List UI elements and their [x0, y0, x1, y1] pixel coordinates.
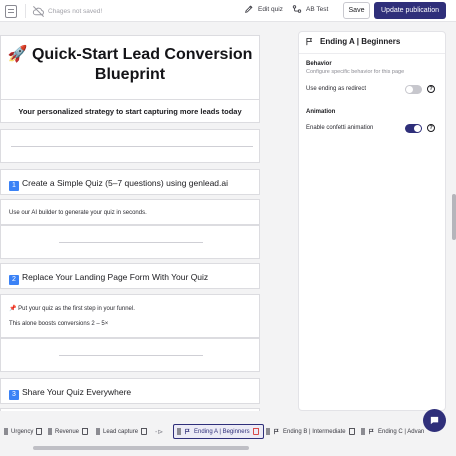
flag-icon [369, 428, 374, 435]
rocket-emoji: 🚀 [7, 46, 28, 63]
trash-icon[interactable] [252, 428, 259, 435]
grip-icon[interactable] [361, 428, 365, 435]
behavior-description: Configure specific behavior for this pag… [306, 69, 405, 75]
settings-panel: Ending A | Beginners Behavior Configure … [298, 31, 446, 411]
page-tabs: Urgency Revenue Lead capture -⊳ Ending A… [0, 420, 456, 444]
divider-block-3[interactable] [0, 338, 260, 372]
step2-text-line1: 📌 Put your quiz as the first step in you… [9, 305, 135, 312]
grip-icon[interactable] [48, 428, 52, 435]
flag-icon [274, 428, 279, 435]
cloud-off-icon [32, 5, 44, 17]
hero-title: 🚀 Quick-Start Lead Conversion Blueprint [1, 36, 259, 85]
tab-lead-capture[interactable]: Lead capture [96, 424, 148, 439]
tab-ending-a[interactable]: Ending A | Beginners [173, 424, 264, 439]
grip-icon[interactable] [177, 428, 181, 435]
scrollbar-thumb[interactable] [33, 446, 249, 450]
flag-icon [185, 428, 190, 435]
help-icon[interactable]: ? [427, 85, 435, 93]
help-icon[interactable]: ? [427, 124, 435, 132]
scrollbar-thumb[interactable] [452, 194, 456, 240]
behavior-title: Behavior [306, 61, 332, 67]
tab-urgency[interactable]: Urgency [4, 424, 43, 439]
file-icon[interactable] [5, 4, 17, 18]
pencil-icon [245, 5, 253, 13]
tab-label: Ending C | Advan [378, 428, 425, 435]
next-block[interactable] [0, 408, 260, 411]
tab-label: Ending A | Beginners [194, 428, 250, 435]
step3-badge: 3 [9, 390, 19, 400]
pin-emoji: 📌 [9, 306, 17, 312]
step2-text1: Put your quiz as the first step in your … [18, 306, 135, 312]
use-redirect-toggle[interactable] [405, 85, 422, 94]
step3-title: 3 Share Your Quiz Everywhere [9, 387, 131, 400]
page-canvas: 🚀 Quick-Start Lead Conversion Blueprint … [0, 29, 270, 411]
top-bar-left: Chages not saved! [5, 4, 102, 18]
grip-icon[interactable] [266, 428, 270, 435]
tabs-scrollbar[interactable] [0, 446, 456, 450]
ab-test-label: AB Test [306, 5, 329, 13]
step1-title-text: Create a Simple Quiz (5–7 questions) usi… [22, 178, 229, 188]
step3-block[interactable]: 3 Share Your Quiz Everywhere [0, 378, 260, 404]
trash-icon[interactable] [36, 428, 43, 435]
trash-icon[interactable] [348, 428, 355, 435]
divider-line [59, 242, 203, 243]
tab-ending-b[interactable]: Ending B | Intermediate [266, 424, 355, 439]
animation-title: Animation [306, 109, 336, 115]
step3-title-text: Share Your Quiz Everywhere [22, 387, 132, 397]
divider-block-2[interactable] [0, 225, 260, 259]
step2-badge: 2 [9, 275, 19, 285]
tab-ending-c[interactable]: Ending C | Advan [361, 424, 424, 439]
step2-title-text: Replace Your Landing Page Form With Your… [22, 272, 209, 282]
edit-quiz-button[interactable]: Edit quiz [244, 4, 283, 14]
subtitle-block[interactable]: Your personalized strategy to start capt… [0, 99, 260, 123]
divider-block[interactable] [0, 129, 260, 163]
tab-revenue[interactable]: Revenue [48, 424, 89, 439]
grip-icon[interactable] [96, 428, 100, 435]
subtitle-text: Your personalized strategy to start capt… [18, 106, 242, 116]
divider-line [59, 355, 203, 356]
confetti-toggle[interactable] [405, 124, 422, 133]
tab-label: Lead capture [103, 428, 139, 435]
use-redirect-label: Use ending as redirect [306, 86, 367, 92]
step2-title: 2 Replace Your Landing Page Form With You… [9, 272, 208, 285]
step1-text: Use our AI builder to generate your quiz… [9, 210, 147, 216]
divider-line [11, 146, 253, 147]
flag-icon [306, 38, 313, 46]
step2-text2: This alone boosts conversions 2 – 5× [9, 321, 109, 327]
step2-text-block[interactable]: 📌 Put your quiz as the first step in you… [0, 294, 260, 338]
save-button[interactable]: Save [343, 2, 370, 19]
chat-icon [430, 416, 439, 425]
tab-label: Urgency [11, 428, 34, 435]
step2-block[interactable]: 2 Replace Your Landing Page Form With You… [0, 263, 260, 289]
ab-test-icon [292, 5, 302, 13]
step1-title: 1 Create a Simple Quiz (5–7 questions) us… [9, 178, 228, 191]
ab-test-button[interactable]: AB Test [292, 4, 328, 14]
trash-icon[interactable] [82, 428, 89, 435]
toggle-knob [414, 125, 421, 132]
step1-text-block[interactable]: Use our AI builder to generate your quiz… [0, 199, 260, 225]
divider [25, 4, 26, 18]
step1-block[interactable]: 1 Create a Simple Quiz (5–7 questions) us… [0, 169, 260, 195]
tab-label: Ending B | Intermediate [283, 428, 346, 435]
step1-badge: 1 [9, 181, 19, 191]
canvas-scrollbar[interactable] [452, 29, 456, 411]
trash-icon[interactable] [141, 428, 148, 435]
edit-quiz-label: Edit quiz [258, 5, 283, 13]
panel-divider [299, 53, 445, 54]
toggle-knob [406, 86, 413, 93]
arrow-separator: -⊳ [155, 429, 164, 436]
panel-title: Ending A | Beginners [320, 37, 401, 46]
confetti-label: Enable confetti animation [306, 125, 374, 131]
grip-icon[interactable] [4, 428, 8, 435]
top-bar: Chages not saved! Edit quiz AB Test Save… [0, 0, 456, 22]
tab-label: Revenue [55, 428, 80, 435]
hero-title-text: Quick-Start Lead Conversion Blueprint [31, 46, 253, 83]
chat-button[interactable] [423, 409, 446, 432]
panel-header: Ending A | Beginners [305, 37, 400, 46]
update-publication-button[interactable]: Update publication [374, 2, 446, 19]
unsaved-status: Chages not saved! [48, 7, 103, 15]
